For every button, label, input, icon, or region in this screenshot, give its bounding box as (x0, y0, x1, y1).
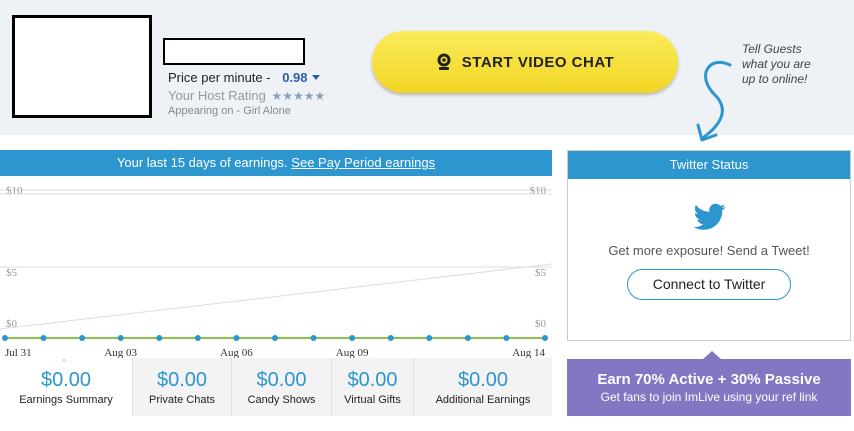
promo-subtext: Get fans to join ImLive using your ref l… (600, 390, 818, 404)
data-point (156, 335, 163, 341)
y-tick-label: $5 (535, 267, 547, 279)
tell-guests-line: what you are (742, 57, 811, 71)
appearing-on: Appearing on - Girl Alone (168, 105, 291, 117)
pay-period-link[interactable]: See Pay Period earnings (291, 155, 435, 170)
summary-label: Private Chats (148, 394, 216, 406)
data-point (40, 335, 47, 341)
summary-tab-earnings[interactable]: ^ $0.00 Earnings Summary (0, 357, 133, 416)
rating-label: Your Host Rating (168, 88, 266, 103)
earnings-header: Your last 15 days of earnings. See Pay P… (0, 150, 552, 176)
data-point (464, 335, 471, 341)
price-value[interactable]: 0.98 (282, 70, 307, 85)
twitter-bird-icon (694, 203, 726, 230)
y-tick-label: $0 (6, 318, 18, 330)
data-point (387, 335, 394, 341)
y-tick-label: $10 (530, 185, 547, 197)
webcam-icon (436, 53, 452, 71)
data-point (233, 335, 240, 341)
gridline (0, 263, 552, 330)
data-point (79, 335, 86, 341)
summary-amount: $0.00 (347, 369, 398, 391)
data-point (272, 335, 278, 341)
earnings-summary-bar: ^ $0.00 Earnings Summary $0.00 Private C… (0, 357, 552, 416)
price-label: Price per minute - (168, 70, 271, 85)
data-point (310, 335, 317, 341)
chevron-down-icon[interactable] (311, 75, 320, 80)
summary-label: Earnings Summary (19, 394, 113, 406)
tell-guests-line: Tell Guests (742, 42, 802, 56)
data-point (117, 335, 124, 341)
start-video-chat-button[interactable]: START VIDEO CHAT (372, 31, 678, 93)
host-rating: Your Host Rating ★★★★★ (168, 88, 325, 103)
data-point (503, 335, 510, 341)
start-video-chat-label[interactable]: START VIDEO CHAT (462, 54, 614, 71)
data-point (2, 335, 8, 341)
referral-promo-banner[interactable]: Earn 70% Active + 30% Passive Get fans t… (567, 351, 851, 416)
data-point (349, 335, 356, 341)
earnings-header-text: Your last 15 days of earnings. (116, 155, 288, 170)
price-per-minute: Price per minute - 0.98 (168, 70, 320, 85)
data-point (426, 335, 433, 341)
data-point (542, 335, 548, 341)
promo-headline: Earn 70% Active + 30% Passive (597, 371, 821, 388)
summary-tab-private-chats[interactable]: $0.00 Private Chats (133, 358, 232, 416)
data-point (194, 335, 201, 341)
summary-label: Additional Earnings (435, 394, 531, 406)
avatar[interactable] (12, 15, 152, 118)
price-dropdown[interactable]: 0.98 (282, 70, 320, 85)
summary-tab-virtual-gifts[interactable]: $0.00 Virtual Gifts (332, 358, 414, 416)
twitter-prompt: Get more exposure! Send a Tweet! (608, 243, 810, 258)
earnings-chart: $10 $10$5 $5$0 $0Jul 31 Aug 03 Aug 06 Aug 09 Au… (0, 185, 552, 359)
summary-tab-additional-earnings[interactable]: $0.00 Additional Earnings (414, 358, 552, 416)
summary-label: Candy Shows (247, 394, 316, 406)
curved-arrow-icon (696, 60, 732, 142)
connect-twitter-button[interactable]: Connect to Twitter (627, 269, 791, 300)
tell-guests-note: Tell Guests what you are up to online! (742, 42, 811, 87)
y-tick-label: $5 (6, 267, 18, 279)
tell-guests-line: up to online! (742, 72, 808, 86)
promo-notch (703, 351, 721, 359)
summary-amount: $0.00 (256, 369, 307, 391)
summary-label: Virtual Gifts (344, 394, 401, 406)
summary-amount: $0.00 (156, 369, 208, 391)
summary-amount: $0.00 (457, 369, 509, 391)
host-name-box (163, 38, 305, 65)
y-tick-label: $0 (535, 318, 547, 330)
twitter-panel: Twitter Status Get more exposure! Send a… (567, 150, 851, 341)
star-rating-icon: ★★★★★ (271, 89, 326, 103)
chevron-up-icon: ^ (62, 357, 67, 367)
y-tick-label: $10 (6, 185, 23, 197)
twitter-header: Twitter Status (568, 151, 850, 179)
summary-tab-candy-shows[interactable]: $0.00 Candy Shows (232, 358, 332, 416)
